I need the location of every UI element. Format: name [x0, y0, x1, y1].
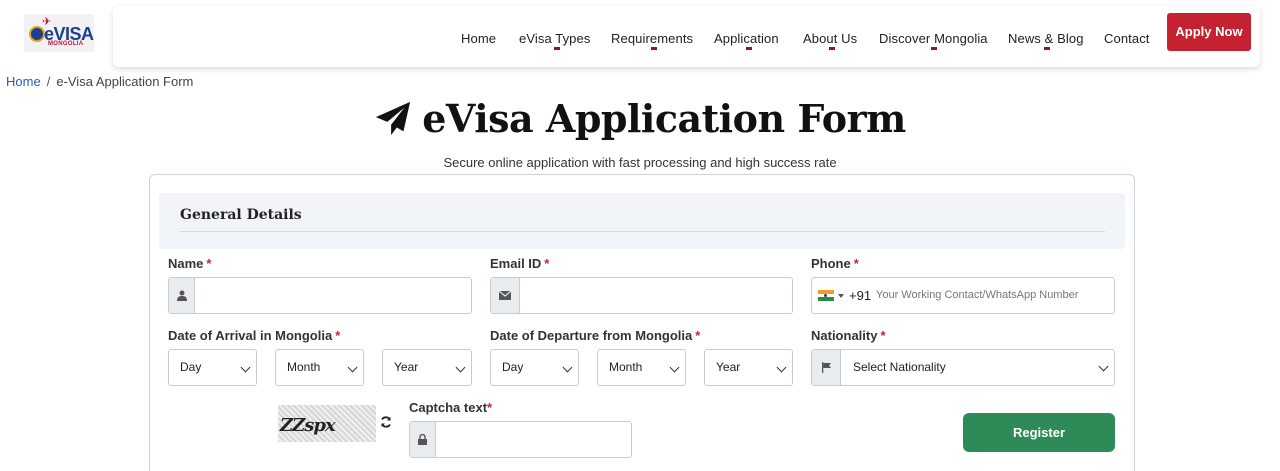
india-flag-icon[interactable]: [818, 290, 834, 301]
departure-year-select[interactable]: Year: [704, 349, 793, 386]
chevron-down-icon: [776, 362, 787, 373]
nationality-label: Nationality *: [811, 328, 886, 343]
dropdown-indicator: [651, 47, 657, 50]
name-label: Name *: [168, 256, 211, 271]
captcha-label-text: Captcha text: [409, 400, 488, 415]
departure-day-select[interactable]: Day: [490, 349, 579, 386]
chevron-down-icon: [347, 362, 358, 373]
email-label-text: Email ID: [490, 256, 542, 271]
page-subtitle: Secure online application with fast proc…: [443, 155, 837, 170]
breadcrumb-home-link[interactable]: Home: [6, 74, 41, 89]
departure-month-select[interactable]: Month: [597, 349, 686, 386]
paper-plane-icon: [376, 101, 411, 135]
dropdown-indicator: [1044, 47, 1050, 50]
name-label-text: Name: [168, 256, 204, 271]
nav-news-blog[interactable]: News & Blog: [1008, 31, 1084, 46]
arrival-label: Date of Arrival in Mongolia *: [168, 328, 340, 343]
nav-discover-mongolia[interactable]: Discover Mongolia: [879, 31, 988, 46]
lock-icon: [410, 422, 436, 457]
phone-placeholder: Your Working Contact/WhatsApp Number: [876, 289, 1079, 301]
chevron-down-icon[interactable]: [838, 294, 844, 298]
page-title-block: eVisa Application Form: [0, 96, 1280, 143]
chevron-down-icon: [1098, 361, 1109, 372]
chevron-down-icon: [455, 362, 466, 373]
dropdown-indicator: [829, 47, 835, 50]
chevron-down-icon: [240, 362, 251, 373]
breadcrumb-separator: /: [46, 74, 51, 89]
apply-now-button[interactable]: Apply Now: [1167, 13, 1251, 51]
seal-icon: [29, 26, 45, 42]
nav-application[interactable]: Application: [714, 31, 779, 46]
nav-contact[interactable]: Contact: [1104, 31, 1150, 46]
required-mark: *: [206, 256, 212, 271]
required-mark: *: [695, 328, 701, 343]
nationality-field[interactable]: Select Nationality: [811, 349, 1115, 386]
section-divider: [179, 231, 1105, 232]
captcha-input[interactable]: [409, 421, 632, 458]
user-icon: [169, 278, 195, 313]
register-button[interactable]: Register: [963, 413, 1115, 452]
breadcrumb-current: e-Visa Application Form: [56, 74, 194, 89]
envelope-icon: [491, 278, 520, 313]
nationality-selected: Select Nationality: [853, 360, 946, 374]
main-nav: Home eVisa Types Requirements Applicatio…: [113, 6, 1260, 67]
section-header: General Details: [159, 193, 1125, 249]
site-header: ✈ eVISA MONGOLIA Home eVisa Types Requir…: [0, 0, 1280, 70]
phone-field[interactable]: +91 Your Working Contact/WhatsApp Number: [811, 277, 1115, 314]
arrival-label-text: Date of Arrival in Mongolia: [168, 328, 333, 343]
select-value: Year: [716, 360, 741, 374]
section-title: General Details: [180, 207, 302, 223]
email-field[interactable]: [490, 277, 793, 314]
chevron-down-icon: [669, 362, 680, 373]
select-value: Month: [609, 360, 643, 374]
nav-evisa-types[interactable]: eVisa Types: [519, 31, 590, 46]
dropdown-indicator: [931, 47, 937, 50]
captcha-image: ZZspx: [278, 405, 376, 442]
email-label: Email ID *: [490, 256, 549, 271]
nav-home[interactable]: Home: [461, 31, 496, 46]
arrival-month-select[interactable]: Month: [275, 349, 364, 386]
required-mark: *: [880, 328, 886, 343]
captcha-image-text: ZZspx: [280, 415, 336, 436]
dropdown-indicator: [746, 47, 752, 50]
nav-about-us[interactable]: About Us: [803, 31, 857, 46]
required-mark: *: [853, 256, 859, 271]
phone-country-code: +91: [849, 288, 872, 303]
captcha-label: Captcha text*: [409, 400, 492, 415]
arrival-year-select[interactable]: Year: [382, 349, 472, 386]
select-value: Day: [180, 360, 202, 374]
site-logo[interactable]: ✈ eVISA MONGOLIA: [24, 14, 94, 52]
required-mark: *: [487, 400, 493, 415]
select-value: Year: [394, 360, 419, 374]
dropdown-indicator: [554, 47, 560, 50]
refresh-captcha-icon[interactable]: [380, 415, 392, 431]
phone-label: Phone *: [811, 256, 859, 271]
name-field[interactable]: [168, 277, 472, 314]
logo-subtext: MONGOLIA: [48, 41, 84, 47]
page-title: eVisa Application Form: [422, 96, 906, 141]
nav-requirements[interactable]: Requirements: [611, 31, 693, 46]
select-value: Day: [502, 360, 524, 374]
departure-label: Date of Departure from Mongolia *: [490, 328, 700, 343]
arrival-day-select[interactable]: Day: [168, 349, 257, 386]
required-mark: *: [335, 328, 341, 343]
breadcrumb: Home / e-Visa Application Form: [6, 74, 193, 89]
nationality-label-text: Nationality: [811, 328, 878, 343]
flag-icon: [812, 350, 841, 385]
departure-label-text: Date of Departure from Mongolia: [490, 328, 693, 343]
chevron-down-icon: [562, 362, 573, 373]
required-mark: *: [544, 256, 550, 271]
phone-label-text: Phone: [811, 256, 851, 271]
select-value: Month: [287, 360, 321, 374]
